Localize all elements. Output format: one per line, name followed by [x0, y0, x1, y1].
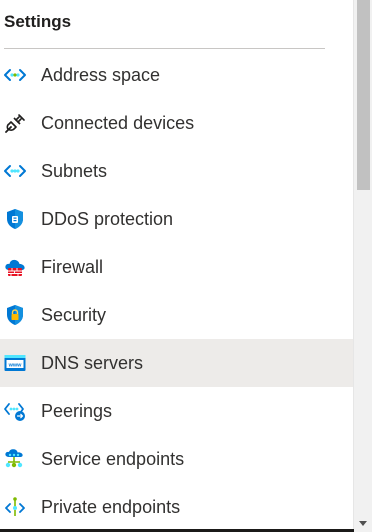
menu-item-label: DNS servers: [41, 352, 144, 373]
svg-text:www: www: [8, 362, 23, 368]
menu-item-label: Peerings: [41, 400, 113, 421]
vertical-scrollbar[interactable]: [353, 0, 372, 532]
menu-item-private-endpoints[interactable]: Private endpoints: [0, 483, 354, 531]
menu-item-ddos-protection[interactable]: DDoS protection: [0, 195, 354, 243]
settings-header: Settings: [4, 12, 72, 31]
menu-item-label: Connected devices: [41, 112, 195, 133]
private-endpoints-icon: [3, 495, 27, 519]
menu-item-address-space[interactable]: Address space: [0, 51, 354, 99]
scrollbar-thumb[interactable]: [357, 0, 370, 190]
menu-item-label: Security: [41, 304, 107, 325]
menu-item-label: DDoS protection: [41, 208, 174, 229]
settings-menu: Address space Connected devices Subnets …: [0, 51, 354, 531]
menu-item-label: Address space: [41, 64, 161, 85]
menu-item-service-endpoints[interactable]: Service endpoints: [0, 435, 354, 483]
plug-icon: [3, 111, 27, 135]
www-icon: www: [3, 351, 27, 375]
menu-item-subnets[interactable]: Subnets: [0, 147, 354, 195]
menu-item-security[interactable]: Security: [0, 291, 354, 339]
menu-item-firewall[interactable]: Firewall: [0, 243, 354, 291]
header-divider: [4, 48, 325, 49]
menu-item-label: Subnets: [41, 160, 108, 181]
scroll-down-icon[interactable]: [354, 518, 372, 528]
shield-icon: [3, 207, 27, 231]
security-lock-icon: [3, 303, 27, 327]
menu-item-label: Private endpoints: [41, 496, 181, 517]
service-endpoints-icon: [3, 447, 27, 471]
menu-item-label: Firewall: [41, 256, 104, 277]
firewall-icon: [3, 255, 27, 279]
menu-item-connected-devices[interactable]: Connected devices: [0, 99, 354, 147]
menu-item-dns-servers[interactable]: www DNS servers: [0, 339, 354, 387]
subnets-icon: [3, 159, 27, 183]
peerings-icon: [3, 399, 27, 423]
menu-item-peerings[interactable]: Peerings: [0, 387, 354, 435]
address-space-icon: [3, 63, 27, 87]
settings-panel: Settings Address space Connected devices…: [0, 0, 372, 532]
menu-item-label: Service endpoints: [41, 448, 185, 469]
